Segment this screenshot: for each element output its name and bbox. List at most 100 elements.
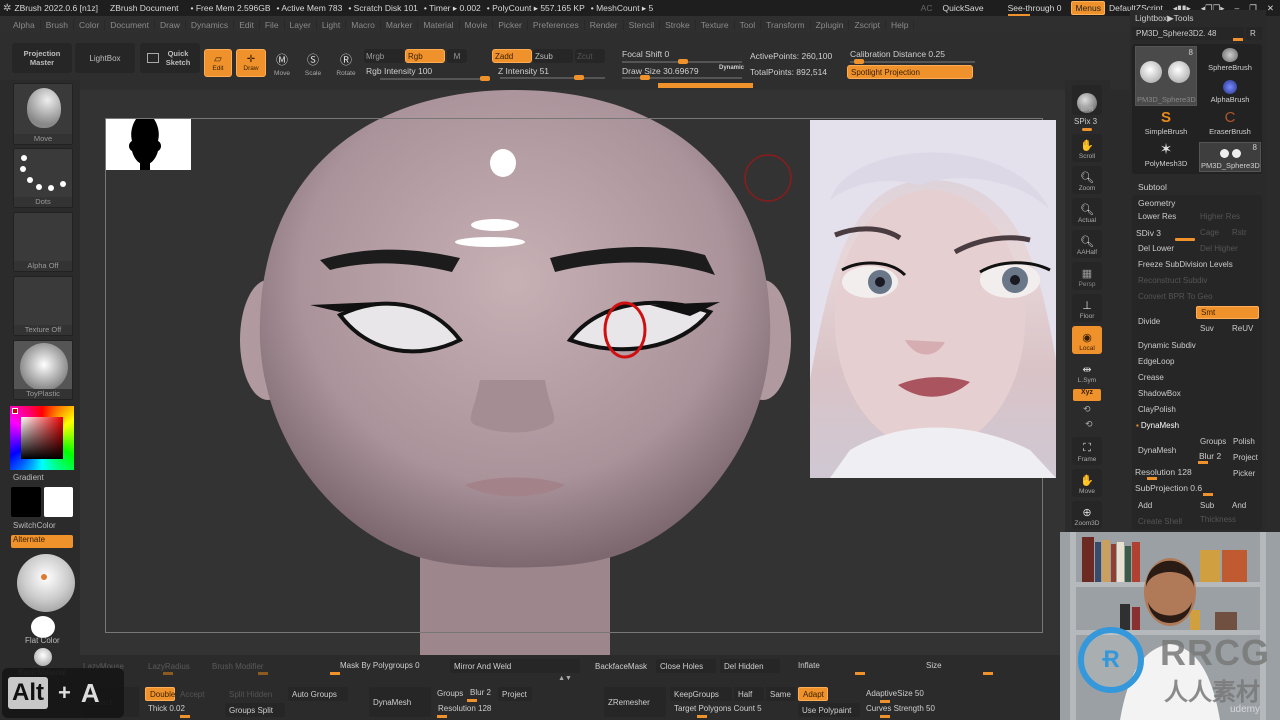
same-button[interactable]: Same [766,687,796,701]
subprojection-slider[interactable]: SubProjection 0.6 [1135,483,1202,493]
brush-selector[interactable]: Move [13,83,73,145]
material-selector[interactable]: ToyPlastic [13,340,73,400]
mask-by-polygroups-knob[interactable] [330,672,340,675]
resolution-bottom-knob[interactable] [437,715,447,718]
size-knob[interactable] [983,672,993,675]
blur-slider[interactable]: Blur 2 [1199,451,1221,461]
dynamesh-bottom-button[interactable]: DynaMesh [369,687,431,717]
backface-mask-button[interactable]: BackfaceMask [591,659,653,673]
spotlight-projection-button[interactable]: Spotlight Projection [847,65,973,79]
calibration-distance-knob[interactable] [854,59,864,64]
texture-selector[interactable]: Texture Off [13,276,73,336]
mask-by-polygroups-slider[interactable]: Mask By Polygroups 0 [340,661,420,670]
secondary-color-swatch[interactable] [44,487,73,517]
groups-bottom-toggle[interactable]: Groups [437,689,463,698]
rgb-intensity-knob[interactable] [480,76,490,81]
half-button[interactable]: Half [734,687,764,701]
adapt-toggle[interactable]: Adapt [798,687,828,701]
brush-modifier-slider[interactable]: Brush Modifier [212,662,264,671]
divide-button[interactable]: Divide [1134,306,1194,336]
menu-layer[interactable]: Layer [285,19,317,30]
del-lower-button[interactable]: Del Lower [1134,242,1194,255]
freeze-subdivision-button[interactable]: Freeze SubDivision Levels [1134,258,1259,271]
color-square[interactable] [21,417,63,459]
resolution-slider[interactable]: Resolution 128 [1135,467,1192,477]
tool-item-polymesh3d[interactable]: ✶ PolyMesh3D [1135,142,1197,172]
blur-knob[interactable] [1198,461,1208,464]
rotate-z-icon[interactable]: ⟲ [1085,419,1093,430]
menu-stencil[interactable]: Stencil [624,19,661,30]
rstr-button[interactable]: Rstr [1228,226,1259,239]
picker-button[interactable]: Picker [1229,467,1259,480]
dynamesh-button[interactable]: DynaMesh [1134,435,1194,465]
menu-preferences[interactable]: Preferences [528,19,585,30]
suv-toggle[interactable]: Suv [1196,322,1226,335]
menu-color[interactable]: Color [74,19,106,30]
dynamic-toggle[interactable]: Dynamic [719,65,744,71]
current-tool-slider[interactable]: PM3D_Sphere3D2. 48 [1132,27,1244,40]
inflate-knob[interactable] [855,672,865,675]
auto-groups-button[interactable]: Auto Groups [288,687,348,701]
reference-image[interactable] [810,120,1056,478]
see-through-slider[interactable]: See-through 0 [1007,3,1061,16]
dynamesh-section[interactable]: ▪ DynaMesh [1132,419,1257,432]
focal-shift-knob[interactable] [678,59,688,64]
current-tool-knob[interactable] [1233,38,1243,41]
stroke-selector[interactable]: Dots [13,148,73,208]
quicksave-button[interactable]: QuickSave [942,3,983,13]
sdiv-slider[interactable]: SDiv 3 [1136,228,1161,238]
reconstruct-subdiv-button[interactable]: Reconstruct Subdiv [1134,274,1259,287]
tool-item-simplebrush[interactable]: S SimpleBrush [1135,110,1197,140]
alternate-button[interactable]: Alternate [11,535,73,548]
close-holes-button[interactable]: Close Holes [656,659,716,673]
zremesher-button[interactable]: ZRemesher [604,687,666,717]
alpha-selector[interactable]: Alpha Off [13,212,73,272]
menu-macro[interactable]: Macro [346,19,381,30]
menu-draw[interactable]: Draw [155,19,186,30]
draw-size-knob[interactable] [640,75,650,80]
tool-item-alphabrush[interactable]: AlphaBrush [1200,78,1260,108]
lightbox-tools-button[interactable]: Lightbox▶Tools [1135,13,1194,24]
m-button[interactable]: M [447,49,467,63]
brush-modifier-knob[interactable] [258,672,268,675]
create-shell-button[interactable]: Create Shell [1134,515,1194,528]
menu-transform[interactable]: Transform [761,19,811,30]
menu-marker[interactable]: Marker [381,19,419,30]
calibration-distance-slider[interactable] [850,59,975,64]
move-button[interactable]: Ⓜ Move [267,47,297,77]
menu-file[interactable]: File [260,19,285,30]
menu-help[interactable]: Help [886,19,915,30]
thickness-slider[interactable]: Thickness [1196,513,1259,526]
reuv-button[interactable]: ReUV [1228,322,1259,335]
ac-button[interactable]: AC [921,3,933,13]
actual-button[interactable]: 🔍︎ Actual [1072,198,1102,226]
shadowbox-section[interactable]: ShadowBox [1134,387,1259,400]
del-higher-button[interactable]: Del Higher [1196,242,1259,255]
lower-res-button[interactable]: Lower Res [1134,210,1194,223]
del-hidden-button[interactable]: Del Hidden [720,659,780,673]
mirror-and-weld-button[interactable]: Mirror And Weld [450,659,580,673]
thick-slider[interactable]: Thick 0.02 [148,704,185,713]
silhouette-thumbnail[interactable] [106,119,191,170]
flat-color-swatch[interactable] [31,616,55,638]
sub-button[interactable]: Sub [1196,499,1226,512]
keepgroups-toggle[interactable]: KeepGroups [670,687,732,701]
lightbox-button[interactable]: LightBox [75,43,135,73]
menu-alpha[interactable]: Alpha [8,19,41,30]
and-button[interactable]: And [1228,499,1259,512]
double-toggle[interactable]: Double [145,687,175,701]
scale-button[interactable]: Ⓢ Scale [298,47,328,77]
tool-item-spherebrush[interactable]: SphereBrush [1200,46,1260,76]
move-view-button[interactable]: ✋ Move [1072,469,1102,497]
subtool-section[interactable]: Subtool [1138,182,1167,192]
close-icon[interactable]: ✕ [1267,3,1274,14]
zsub-button[interactable]: Zsub [533,49,573,63]
thick-knob[interactable] [180,715,190,718]
menu-material[interactable]: Material [418,19,460,30]
menu-picker[interactable]: Picker [493,19,528,30]
quick-sketch-button[interactable]: Quick Sketch [140,43,200,73]
menu-texture[interactable]: Texture [696,19,735,30]
z-intensity-slider[interactable] [500,75,605,80]
blur-bottom-knob[interactable] [467,699,477,702]
geometry-header[interactable]: Geometry [1138,198,1175,208]
